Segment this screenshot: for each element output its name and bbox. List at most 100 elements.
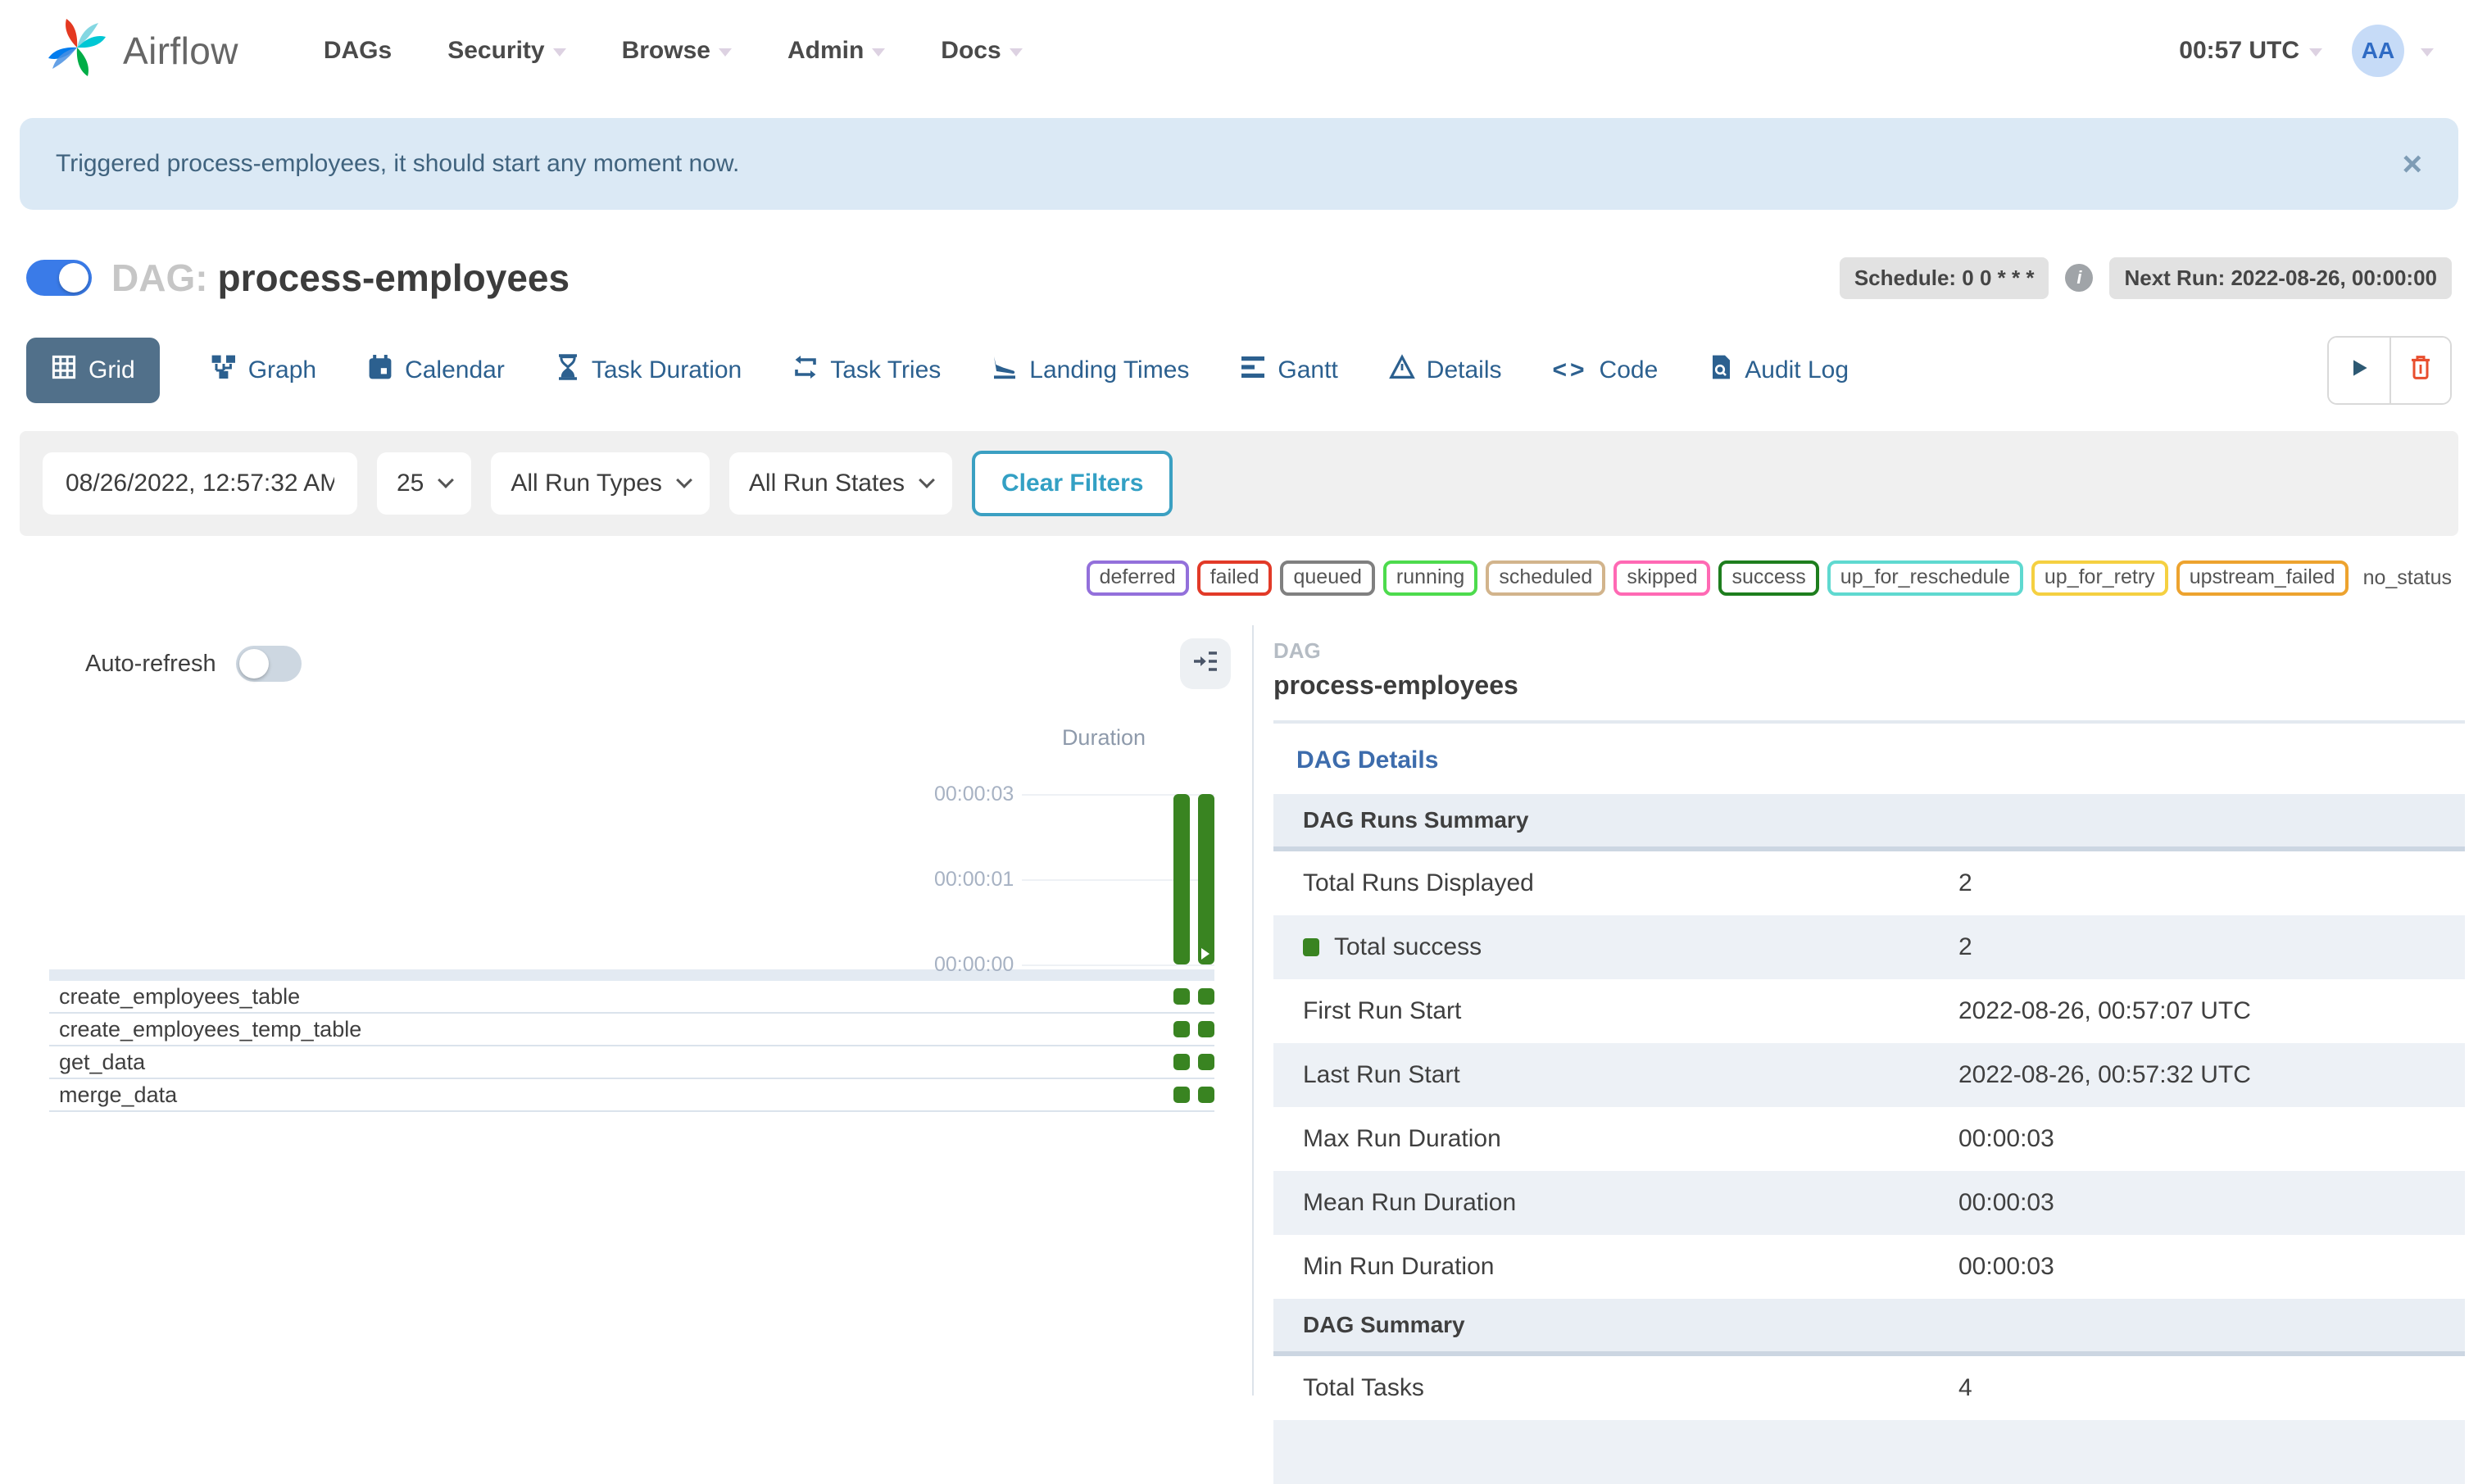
table-row: Max Run Duration 00:00:03 bbox=[1273, 1107, 2465, 1171]
dag-header: DAG: process-employees Schedule: 0 0 * * … bbox=[0, 256, 2478, 300]
tab-dag-details[interactable]: DAG Details bbox=[1296, 747, 1438, 774]
tab-code[interactable]: <> Code bbox=[1552, 356, 1658, 384]
legend-running[interactable]: running bbox=[1382, 560, 1478, 596]
run-states-select[interactable]: All Run States bbox=[728, 452, 953, 515]
panel-dag-title: process-employees bbox=[1273, 670, 1518, 700]
row-value: 2022-08-26, 00:57:32 UTC bbox=[1958, 1061, 2251, 1088]
task-instance-success[interactable] bbox=[1198, 1087, 1214, 1103]
task-row[interactable]: create_employees_table bbox=[49, 981, 1214, 1014]
panel-kicker: DAG bbox=[1273, 638, 1321, 663]
alert-message: Triggered process-employees, it should s… bbox=[56, 150, 740, 177]
repeat-icon bbox=[792, 354, 819, 387]
task-row[interactable]: get_data bbox=[49, 1046, 1214, 1079]
num-runs-select[interactable]: 25 bbox=[377, 452, 472, 515]
legend-up-for-reschedule[interactable]: up_for_reschedule bbox=[1827, 560, 2023, 596]
graph-icon bbox=[211, 354, 237, 387]
row-label: Last Run Start bbox=[1303, 1061, 1460, 1088]
task-name[interactable]: merge_data bbox=[49, 1082, 1173, 1108]
navbar-right: 00:57 UTC AA bbox=[2179, 25, 2434, 77]
menu-item-security[interactable]: Security bbox=[447, 37, 566, 65]
tab-gantt[interactable]: Gantt bbox=[1240, 354, 1338, 387]
row-value: 2022-08-26, 00:57:07 UTC bbox=[1958, 997, 2251, 1024]
dag-details-table: DAG Runs Summary Total Runs Displayed 2 … bbox=[1273, 794, 2465, 1484]
row-value: 2 bbox=[1958, 933, 1972, 960]
run-bars bbox=[1173, 794, 1214, 964]
legend-queued[interactable]: queued bbox=[1280, 560, 1375, 596]
menu-item-docs[interactable]: Docs bbox=[941, 37, 1023, 65]
tab-grid[interactable]: Grid bbox=[26, 338, 160, 403]
chevron-down-icon bbox=[718, 48, 732, 57]
tab-graph[interactable]: Graph bbox=[211, 354, 316, 387]
brand-name[interactable]: Airflow bbox=[123, 29, 238, 73]
task-instance-success[interactable] bbox=[1173, 1087, 1190, 1103]
task-name[interactable]: create_employees_temp_table bbox=[49, 1017, 1173, 1042]
axis-tick: 00:00:01 bbox=[934, 868, 1214, 892]
legend-deferred[interactable]: deferred bbox=[1086, 560, 1189, 596]
table-row: Total Tasks 4 bbox=[1273, 1356, 2465, 1420]
top-navbar: Airflow DAGs Security Browse Admin Docs … bbox=[0, 0, 2478, 102]
auto-refresh-toggle[interactable] bbox=[235, 646, 302, 682]
dag-run-bar-1[interactable] bbox=[1173, 794, 1190, 964]
tab-details[interactable]: Details bbox=[1388, 354, 1501, 387]
table-row: Total success 2 bbox=[1273, 915, 2465, 979]
legend-scheduled[interactable]: scheduled bbox=[1486, 560, 1606, 596]
calendar-icon bbox=[367, 354, 393, 387]
trash-icon bbox=[2408, 353, 2434, 388]
tab-landing-times[interactable]: Landing Times bbox=[992, 354, 1189, 387]
row-value: 00:00:03 bbox=[1958, 1253, 2054, 1280]
tab-task-duration[interactable]: Task Duration bbox=[556, 354, 742, 387]
chevron-down-icon[interactable] bbox=[2421, 48, 2434, 57]
timezone-selector[interactable]: 00:57 UTC bbox=[2179, 37, 2322, 65]
task-instance-success[interactable] bbox=[1173, 1054, 1190, 1070]
menu-item-browse[interactable]: Browse bbox=[622, 37, 732, 65]
main-content: Auto-refresh Duration 00:00:03 00:00:01 … bbox=[0, 625, 2478, 1484]
legend-upstream-failed[interactable]: upstream_failed bbox=[2176, 560, 2349, 596]
dag-run-bar-2[interactable] bbox=[1198, 794, 1214, 964]
legend-up-for-retry[interactable]: up_for_retry bbox=[2031, 560, 2168, 596]
airflow-brand[interactable]: Airflow bbox=[44, 15, 238, 87]
task-instance-success[interactable] bbox=[1198, 988, 1214, 1005]
axis-tick: 00:00:00 bbox=[934, 953, 1214, 977]
base-date-input[interactable] bbox=[43, 452, 357, 515]
divider bbox=[1273, 720, 2465, 724]
task-instance-success[interactable] bbox=[1173, 1021, 1190, 1037]
auto-refresh-control: Auto-refresh bbox=[85, 646, 302, 682]
table-row: Last Run Start 2022-08-26, 00:57:32 UTC bbox=[1273, 1043, 2465, 1107]
user-avatar[interactable]: AA bbox=[2352, 25, 2404, 77]
dag-pause-toggle[interactable] bbox=[26, 260, 92, 296]
tab-task-tries[interactable]: Task Tries bbox=[792, 354, 941, 387]
task-row[interactable]: create_employees_temp_table bbox=[49, 1014, 1214, 1046]
task-instance-success[interactable] bbox=[1198, 1021, 1214, 1037]
view-tabs: Grid Graph Calendar Task Duration Task T… bbox=[26, 338, 2327, 403]
menu-item-dags[interactable]: DAGs bbox=[324, 37, 392, 65]
chevron-down-icon bbox=[438, 472, 455, 488]
hide-details-panel-button[interactable] bbox=[1180, 638, 1231, 689]
menu-item-admin[interactable]: Admin bbox=[787, 37, 886, 65]
info-icon[interactable]: i bbox=[2065, 264, 2094, 292]
run-duration-chart: Duration 00:00:03 00:00:01 00:00:00 bbox=[49, 706, 1214, 976]
legend-success[interactable]: success bbox=[1718, 560, 1819, 596]
task-name[interactable]: get_data bbox=[49, 1050, 1173, 1075]
row-value: 2 bbox=[1958, 869, 1972, 896]
tab-audit-log[interactable]: Audit Log bbox=[1709, 354, 1849, 387]
task-row[interactable]: merge_data bbox=[49, 1079, 1214, 1112]
close-icon[interactable]: × bbox=[2402, 147, 2422, 181]
task-name[interactable]: create_employees_table bbox=[49, 984, 1173, 1010]
run-filter-bar: 25 All Run Types All Run States Clear Fi… bbox=[20, 431, 2458, 536]
chevron-down-icon bbox=[552, 48, 566, 57]
toggle-knob bbox=[59, 263, 88, 293]
task-instance-success[interactable] bbox=[1198, 1054, 1214, 1070]
tab-calendar[interactable]: Calendar bbox=[367, 354, 505, 387]
schedule-badges: Schedule: 0 0 * * * i Next Run: 2022-08-… bbox=[1839, 256, 2452, 299]
legend-failed[interactable]: failed bbox=[1196, 560, 1273, 596]
clear-filters-button[interactable]: Clear Filters bbox=[972, 451, 1173, 516]
chevron-down-icon bbox=[2309, 48, 2322, 57]
trigger-dag-button[interactable] bbox=[2329, 338, 2390, 403]
task-instance-success[interactable] bbox=[1173, 988, 1190, 1005]
arrow-to-lines-icon bbox=[1191, 647, 1219, 681]
delete-dag-button[interactable] bbox=[2390, 338, 2450, 403]
legend-skipped[interactable]: skipped bbox=[1613, 560, 1711, 596]
row-label: First Run Start bbox=[1303, 997, 1462, 1024]
plane-landing-icon bbox=[992, 354, 1018, 387]
run-types-select[interactable]: All Run Types bbox=[491, 452, 710, 515]
